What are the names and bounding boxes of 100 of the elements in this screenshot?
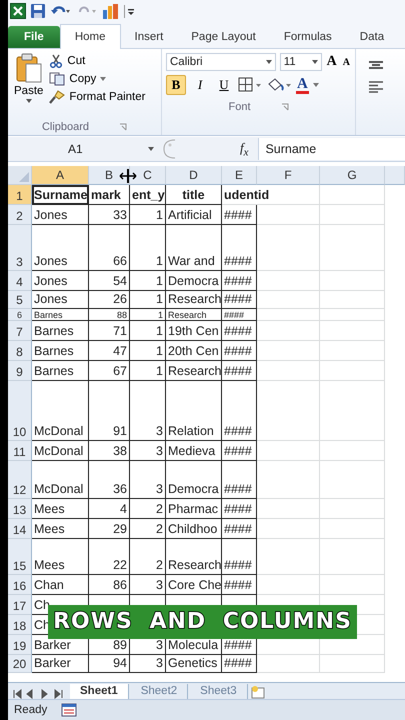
table-cell: Mees (32, 499, 89, 519)
table-cell: 86 (89, 575, 130, 595)
sheet-tab[interactable]: Sheet1 (70, 684, 129, 699)
table-cell: #### (222, 441, 257, 461)
table-cell: #### (222, 291, 257, 309)
table-cell: 1 (130, 341, 166, 361)
caret-icon (148, 147, 154, 151)
dialog-launcher-icon[interactable] (280, 103, 288, 111)
row-header[interactable]: 2 (8, 205, 32, 225)
row-header[interactable]: 9 (8, 361, 32, 381)
table-cell: McDonal (32, 441, 89, 461)
ribbon-tab[interactable]: Data (346, 26, 398, 48)
table-cell: 91 (89, 381, 130, 441)
table-cell (257, 309, 320, 321)
row-header[interactable]: 15 (8, 539, 32, 575)
table-cell (320, 575, 385, 595)
ribbon-tab[interactable]: Formulas (270, 26, 346, 48)
row-header[interactable]: 10 (8, 381, 32, 441)
paste-button[interactable]: Paste (12, 53, 46, 119)
row-header[interactable]: 4 (8, 271, 32, 291)
format-painter-button[interactable]: Format Painter (49, 89, 146, 105)
insert-sheet-icon[interactable] (250, 685, 266, 699)
row-header[interactable]: 8 (8, 341, 32, 361)
table-cell: #### (222, 499, 257, 519)
ribbon-tab[interactable]: Page Layout (177, 26, 270, 48)
table-cell: 22 (89, 539, 130, 575)
cut-button[interactable]: Cut (49, 53, 146, 69)
font-color-button[interactable]: A (296, 76, 309, 94)
formula-input[interactable]: Surname (258, 138, 405, 160)
column-header[interactable]: B (89, 166, 130, 185)
table-cell: 29 (89, 519, 130, 539)
table-cell (320, 205, 385, 225)
column-header[interactable]: C (130, 166, 166, 185)
table-cell: 2 (130, 539, 166, 575)
table-cell (320, 291, 385, 309)
row-header[interactable]: 5 (8, 291, 32, 309)
row-header[interactable]: 18 (8, 615, 32, 635)
fill-color-icon[interactable] (266, 77, 292, 93)
insert-function-button[interactable]: f$_{x}$ (180, 140, 254, 158)
borders-icon[interactable] (238, 77, 262, 93)
name-box[interactable]: A1 (8, 142, 158, 156)
align-left-icon[interactable] (368, 81, 384, 93)
table-cell (320, 461, 385, 499)
column-header[interactable]: F (257, 166, 320, 185)
table-cell: 36 (89, 461, 130, 499)
table-cell (320, 271, 385, 291)
ribbon-tab[interactable]: Home (60, 24, 120, 49)
row-header[interactable]: 7 (8, 321, 32, 341)
shrink-font-button[interactable]: A (342, 56, 351, 68)
row-header[interactable]: 6 (8, 309, 32, 321)
macro-record-icon[interactable] (61, 703, 78, 717)
font-size-dropdown[interactable]: 11 (280, 53, 322, 71)
grow-font-button[interactable]: A (326, 54, 338, 70)
table-cell: 33 (89, 205, 130, 225)
font-style-button[interactable]: B (166, 75, 186, 95)
table-cell: #### (222, 321, 257, 341)
column-header[interactable]: E (222, 166, 257, 185)
resize-cursor-icon (119, 169, 137, 183)
font-style-button[interactable]: U (214, 75, 234, 95)
table-cell: 3 (130, 381, 166, 441)
table-cell: ent_y (130, 185, 166, 205)
column-header[interactable]: D (166, 166, 222, 185)
table-cell (257, 291, 320, 309)
table-cell: title (166, 185, 222, 205)
column-header[interactable]: G (320, 166, 385, 185)
font-name-dropdown[interactable]: Calibri (166, 53, 276, 71)
table-cell: Research (166, 309, 222, 321)
ribbon-tab[interactable]: Insert (120, 26, 178, 48)
row-header[interactable]: 16 (8, 575, 32, 595)
column-header[interactable]: A (32, 166, 89, 185)
bar-chart-icon[interactable] (102, 3, 120, 19)
caret-icon (100, 77, 106, 81)
group-label: Clipboard (42, 121, 90, 133)
table-cell: Jones (32, 205, 89, 225)
save-icon[interactable] (30, 3, 46, 19)
row-header[interactable]: 17 (8, 595, 32, 615)
row-header[interactable]: 12 (8, 461, 32, 499)
table-cell: Chan (32, 575, 89, 595)
table-cell: Genetics (166, 655, 222, 673)
clipboard-icon (16, 53, 42, 83)
column-header (385, 166, 405, 185)
customize-toolbar-icon[interactable] (124, 3, 136, 19)
align-top-icon[interactable] (368, 61, 384, 71)
row-header[interactable]: 19 (8, 635, 32, 655)
row-header[interactable]: 14 (8, 519, 32, 539)
ribbon-tab[interactable]: File (8, 26, 60, 48)
row-header[interactable]: 13 (8, 499, 32, 519)
font-style-button[interactable]: I (190, 75, 210, 95)
row-header[interactable]: 1 (8, 185, 32, 205)
table-cell: Democra (166, 271, 222, 291)
table-cell: McDonal (32, 381, 89, 441)
copy-button[interactable]: Copy (49, 71, 146, 87)
row-header[interactable]: 11 (8, 441, 32, 461)
table-cell: 47 (89, 341, 130, 361)
table-cell (257, 461, 320, 499)
table-cell: #### (222, 225, 257, 271)
table-cell: #### (222, 361, 257, 381)
row-header[interactable]: 3 (8, 225, 32, 271)
formula-bar-handle-icon[interactable] (162, 139, 176, 159)
row-header[interactable]: 20 (8, 655, 32, 673)
